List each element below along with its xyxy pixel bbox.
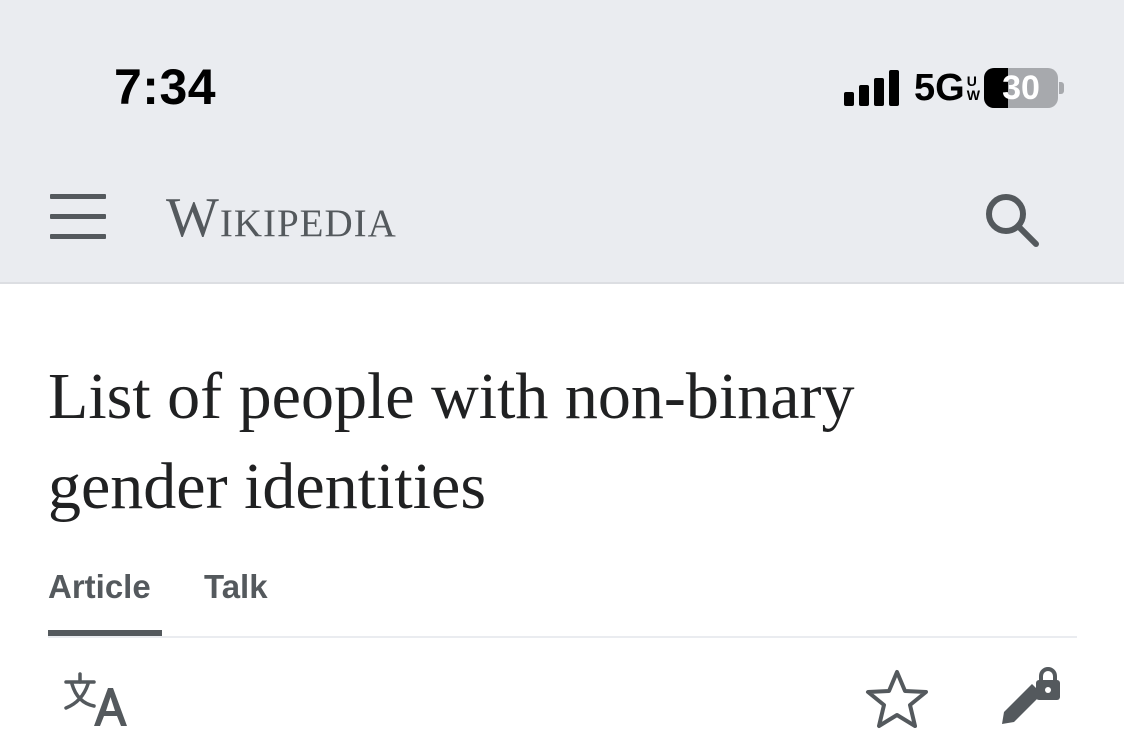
active-tab-indicator <box>48 630 162 636</box>
page-tabs: Article Talk <box>48 568 1077 638</box>
site-header: Wikipedia <box>0 150 1124 284</box>
network-sub-bottom: W <box>966 87 980 103</box>
search-icon[interactable] <box>982 190 1040 248</box>
tab-talk[interactable]: Talk <box>204 568 268 634</box>
tab-article[interactable]: Article <box>48 568 151 634</box>
status-bar: 7:34 5G U W 30 <box>0 0 1124 150</box>
battery-icon: 30 <box>984 68 1058 108</box>
cellular-signal-icon <box>844 70 899 106</box>
network-sub-top: U <box>966 73 977 89</box>
page-title: List of people with non-binary gender id… <box>48 360 855 523</box>
network-indicator: 5G U W <box>914 66 980 110</box>
battery-level: 30 <box>1002 68 1040 107</box>
edit-locked-icon[interactable] <box>998 664 1064 728</box>
hamburger-menu-icon[interactable] <box>50 194 106 240</box>
network-label: 5G <box>914 66 965 109</box>
status-time: 7:34 <box>114 59 217 115</box>
watch-star-icon[interactable] <box>864 668 930 730</box>
battery-tip <box>1059 82 1064 94</box>
wikipedia-logo[interactable]: Wikipedia <box>166 186 397 250</box>
language-icon[interactable] <box>64 672 130 728</box>
